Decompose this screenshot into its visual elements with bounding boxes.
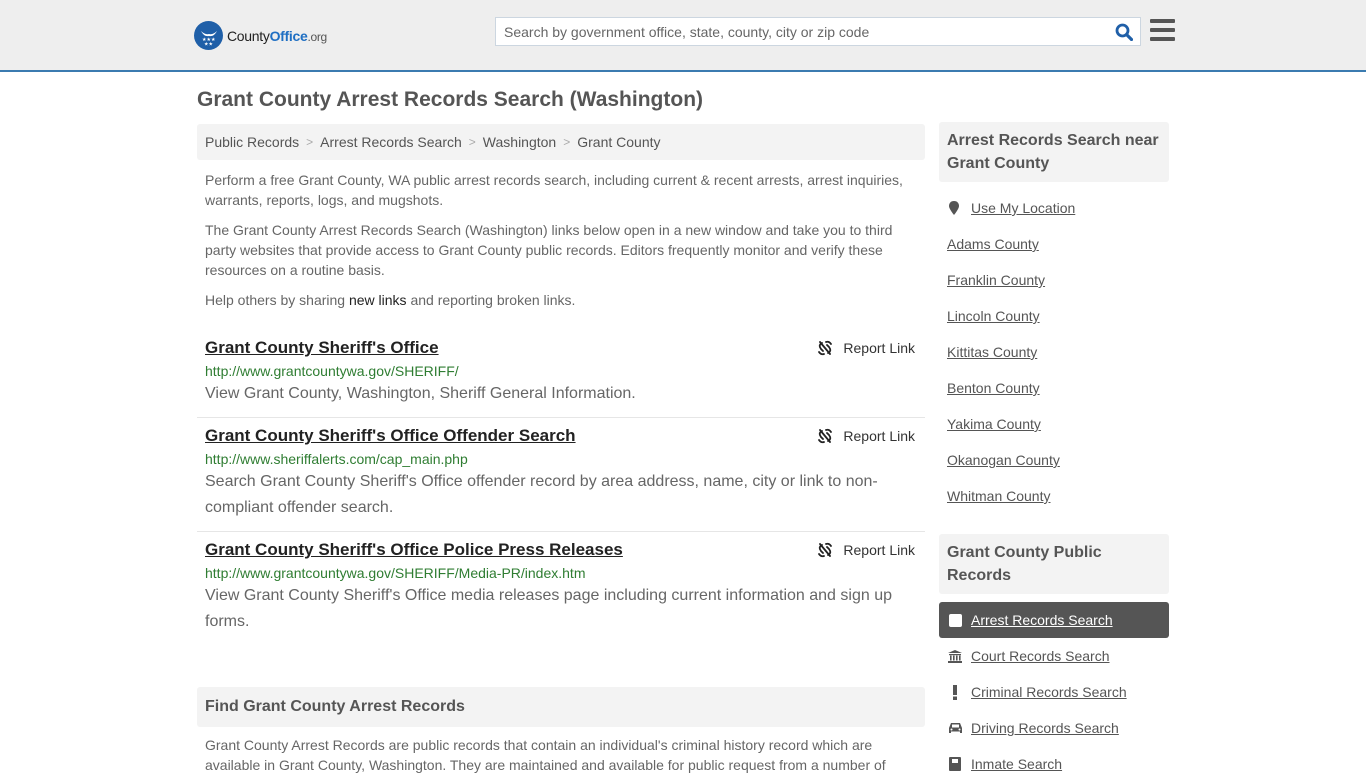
nearby-county-link[interactable]: Okanogan County bbox=[947, 452, 1060, 468]
find-records-heading: Find Grant County Arrest Records bbox=[197, 687, 925, 727]
resource-link-description: Search Grant County Sheriff's Office off… bbox=[205, 473, 878, 516]
records-item-arrest[interactable]: Arrest Records Search bbox=[939, 602, 1169, 638]
records-link-criminal[interactable]: Criminal Records Search bbox=[971, 684, 1127, 700]
report-link-button[interactable]: Report Link bbox=[817, 428, 915, 444]
report-link-label: Report Link bbox=[843, 428, 915, 444]
records-item-criminal[interactable]: Criminal Records Search bbox=[939, 674, 1169, 710]
site-search bbox=[495, 17, 1141, 46]
breadcrumb-washington[interactable]: Washington bbox=[483, 134, 556, 150]
nearby-county-link[interactable]: Adams County bbox=[947, 236, 1039, 252]
map-marker-icon bbox=[947, 200, 961, 216]
broken-link-icon bbox=[818, 428, 833, 444]
records-link-court[interactable]: Court Records Search bbox=[971, 648, 1110, 664]
site-logo[interactable]: ★★★ ★★ CountyOffice.org bbox=[194, 21, 327, 50]
resource-link-description: View Grant County Sheriff's Office media… bbox=[205, 587, 892, 630]
breadcrumb-grant-county[interactable]: Grant County bbox=[577, 134, 660, 150]
report-link-label: Report Link bbox=[843, 340, 915, 356]
broken-link-icon bbox=[818, 340, 833, 356]
menu-bar bbox=[1150, 28, 1175, 32]
nearby-county-item: Okanogan County bbox=[947, 442, 1161, 478]
search-icon[interactable] bbox=[1115, 23, 1133, 41]
car-icon bbox=[947, 722, 963, 734]
public-records-list: Arrest Records Search Court Records Sear… bbox=[939, 602, 1169, 782]
nearby-county-item: Yakima County bbox=[947, 406, 1161, 442]
records-link-driving[interactable]: Driving Records Search bbox=[971, 720, 1119, 736]
nearby-county-link[interactable]: Benton County bbox=[947, 380, 1040, 396]
main-content: Public Records > Arrest Records Search >… bbox=[197, 124, 925, 783]
report-link-button[interactable]: Report Link bbox=[817, 340, 915, 356]
page-title: Grant County Arrest Records Search (Wash… bbox=[197, 88, 704, 111]
menu-bar bbox=[1150, 19, 1175, 23]
intro-paragraph: Perform a free Grant County, WA public a… bbox=[205, 172, 903, 208]
svg-text:★★: ★★ bbox=[204, 41, 213, 46]
menu-bar bbox=[1150, 37, 1175, 41]
nearby-county-link[interactable]: Franklin County bbox=[947, 272, 1045, 288]
resource-link-url[interactable]: http://www.grantcountywa.gov/SHERIFF/ bbox=[205, 361, 917, 381]
nearby-heading: Arrest Records Search near Grant County bbox=[939, 122, 1169, 182]
nearby-county-list: Use My Location Adams County Franklin Co… bbox=[939, 182, 1169, 514]
records-item-court[interactable]: Court Records Search bbox=[939, 638, 1169, 674]
breadcrumb-arrest-records-search[interactable]: Arrest Records Search bbox=[320, 134, 462, 150]
report-link-label: Report Link bbox=[843, 542, 915, 558]
nearby-county-item: Whitman County bbox=[947, 478, 1161, 514]
hamburger-menu-icon[interactable] bbox=[1150, 19, 1175, 41]
public-records-heading: Grant County Public Records bbox=[939, 534, 1169, 594]
nearby-county-link[interactable]: Whitman County bbox=[947, 488, 1050, 504]
site-header: ★★★ ★★ CountyOffice.org bbox=[0, 0, 1366, 72]
intro-text: Perform a free Grant County, WA public a… bbox=[197, 170, 925, 310]
nearby-county-item: Franklin County bbox=[947, 262, 1161, 298]
exclamation-icon bbox=[947, 684, 963, 700]
use-my-location-link[interactable]: Use My Location bbox=[971, 200, 1075, 216]
resource-link-title[interactable]: Grant County Sheriff's Office bbox=[205, 338, 439, 358]
resource-link-item: Grant County Sheriff's Office Police Pre… bbox=[197, 532, 925, 645]
share-text: Help others by sharing bbox=[205, 292, 349, 308]
inmate-icon bbox=[947, 757, 963, 771]
eagle-logo-icon: ★★★ ★★ bbox=[194, 21, 223, 50]
square-icon bbox=[947, 613, 963, 627]
nearby-county-link[interactable]: Lincoln County bbox=[947, 308, 1040, 324]
intro-paragraph: Help others by sharing new links and rep… bbox=[205, 290, 917, 310]
intro-paragraph: The Grant County Arrest Records Search (… bbox=[205, 222, 893, 278]
nearby-county-item: Adams County bbox=[947, 226, 1161, 262]
share-text-end: and reporting broken links. bbox=[406, 292, 576, 308]
courthouse-icon bbox=[947, 649, 963, 663]
breadcrumb-public-records[interactable]: Public Records bbox=[205, 134, 299, 150]
records-link-arrest[interactable]: Arrest Records Search bbox=[971, 612, 1113, 628]
nearby-county-link[interactable]: Kittitas County bbox=[947, 344, 1037, 360]
resource-link-description: View Grant County, Washington, Sheriff G… bbox=[205, 385, 636, 402]
logo-text: CountyOffice.org bbox=[227, 27, 327, 44]
records-item-driving[interactable]: Driving Records Search bbox=[939, 710, 1169, 746]
breadcrumb-separator: > bbox=[468, 135, 476, 149]
breadcrumb-separator: > bbox=[563, 135, 571, 149]
resource-link-url[interactable]: http://www.grantcountywa.gov/SHERIFF/Med… bbox=[205, 563, 917, 583]
nearby-county-item: Benton County bbox=[947, 370, 1161, 406]
new-links-link[interactable]: new links bbox=[349, 292, 407, 308]
report-link-button[interactable]: Report Link bbox=[817, 542, 915, 558]
resource-link-item: Grant County Sheriff's Office http://www… bbox=[197, 330, 925, 418]
resource-links-list: Grant County Sheriff's Office http://www… bbox=[197, 330, 925, 645]
nearby-county-item: Kittitas County bbox=[947, 334, 1161, 370]
find-records-text: Grant County Arrest Records are public r… bbox=[205, 737, 886, 773]
resource-link-title[interactable]: Grant County Sheriff's Office Offender S… bbox=[205, 426, 576, 446]
breadcrumb: Public Records > Arrest Records Search >… bbox=[197, 124, 925, 160]
nearby-county-item: Lincoln County bbox=[947, 298, 1161, 334]
search-input[interactable] bbox=[496, 18, 1096, 45]
records-link-inmate[interactable]: Inmate Search bbox=[971, 756, 1062, 772]
resource-link-url[interactable]: http://www.sheriffalerts.com/cap_main.ph… bbox=[205, 449, 917, 469]
records-item-inmate[interactable]: Inmate Search bbox=[939, 746, 1169, 782]
sidebar: Arrest Records Search near Grant County … bbox=[939, 122, 1169, 782]
resource-link-title[interactable]: Grant County Sheriff's Office Police Pre… bbox=[205, 540, 623, 560]
breadcrumb-separator: > bbox=[306, 135, 314, 149]
broken-link-icon bbox=[818, 542, 833, 558]
nearby-county-link[interactable]: Yakima County bbox=[947, 416, 1041, 432]
use-my-location-item: Use My Location bbox=[947, 190, 1161, 226]
resource-link-item: Grant County Sheriff's Office Offender S… bbox=[197, 418, 925, 532]
